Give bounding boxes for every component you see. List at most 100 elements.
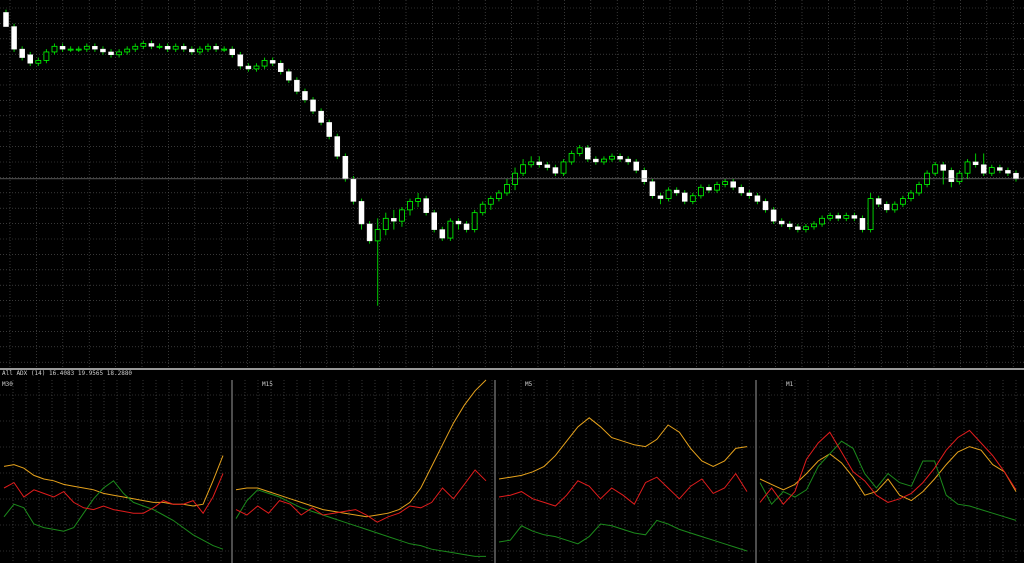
panel-title: M30 [2,381,13,388]
candle-bearish [108,51,114,56]
candle-bearish [342,156,349,180]
candle-bearish [59,46,66,50]
candle-bullish [908,192,914,199]
candle-bullish [576,147,583,154]
candle-bearish [980,164,987,174]
candle-bearish [851,215,858,219]
panel-title: M5 [525,381,533,388]
candle-bullish [689,195,696,202]
indicator-header: All ADX (14) 16.4083 19.9565 18.2880 [2,370,132,377]
candle-bearish [326,122,332,137]
candle-bearish [148,43,155,47]
candle-bullish [964,161,971,174]
candle-bearish [657,195,664,199]
candle-bearish [463,223,470,230]
candle-bearish [277,62,284,72]
candle-bearish [334,136,341,157]
candle-bearish [552,167,559,174]
candle-bullish [528,161,535,166]
candle-bullish [568,153,575,163]
candle-bullish [803,226,809,230]
panel-title: M15 [262,381,273,388]
candle-bullish [665,189,672,199]
candle-bullish [504,184,510,194]
candle-bearish [269,60,276,64]
candle-bullish [415,198,421,202]
candle-bullish [560,161,567,174]
candle-bearish [358,201,365,225]
candle-bullish [722,181,729,185]
candle-bearish [189,48,195,53]
candle-bullish [399,209,405,222]
candle-bullish [487,198,494,205]
candle-bearish [706,187,712,191]
candle-bearish [310,99,316,112]
candle-bearish [455,220,462,225]
candle-bullish [697,186,704,197]
candle-bullish [988,167,995,174]
candle-bearish [940,164,947,171]
candle-bearish [286,71,292,81]
candle-bullish [51,45,58,53]
candle-bullish [811,223,817,228]
candle-bullish [83,45,90,50]
candle-bullish [479,203,486,214]
candle-bearish [681,192,688,202]
candle-bearish [859,218,866,230]
candle-bearish [366,223,373,242]
candle-bearish [237,54,244,67]
candle-bullish [819,217,825,225]
candle-bearish [617,156,623,160]
candle-bullish [261,60,268,67]
candle-bearish [746,192,753,197]
candle-bearish [762,201,769,211]
candle-bearish [423,198,429,213]
candle-bearish [730,181,736,188]
chart-canvas[interactable]: All ADX (14) 16.4083 19.9565 18.2880 M30 M… [0,0,1024,563]
candle-bullish [495,192,502,199]
candle-bearish [948,170,955,182]
candle-bullish [609,155,615,160]
candle-bullish [35,60,42,64]
candle-bullish [132,45,139,50]
candle-bearish [181,46,187,50]
candle-bullish [714,184,720,191]
candle-bearish [19,48,25,58]
candle-bearish [3,12,9,27]
panel-title: M1 [786,381,794,388]
candle-bearish [1013,172,1019,180]
candle-bearish [997,167,1003,171]
candle-bullish [956,172,963,183]
candle-bullish [827,215,834,219]
candle-bearish [1005,170,1011,174]
candle-bearish [391,218,397,222]
candle-bullish [932,164,939,174]
candle-bearish [770,209,777,222]
trading-chart[interactable]: All ADX (14) 16.4083 19.9565 18.2880 M30 M… [0,0,1024,563]
candle-bullish [601,158,607,163]
candle-bearish [787,223,793,228]
candle-bullish [520,164,527,174]
candle-bullish [140,43,147,47]
candle-bearish [593,158,599,163]
candle-bullish [156,45,163,48]
candle-bullish [75,48,82,51]
candle-bearish [27,54,33,64]
candle-bearish [536,161,543,165]
candle-bullish [447,220,454,239]
candle-bearish [92,46,98,50]
candle-bullish [471,212,478,230]
candle-bearish [245,65,252,70]
candle-bearish [633,161,639,171]
candle-bearish [213,46,219,50]
candle-bullish [205,45,211,50]
candle-bearish [649,181,656,197]
candle-bullish [67,48,74,51]
candle-bullish [253,65,260,70]
candle-bearish [544,164,551,168]
candle-bullish [43,51,50,61]
candle-bearish [100,48,106,53]
candle-bearish [439,229,446,239]
chart-background [0,0,1024,563]
candle-bullish [197,48,203,53]
